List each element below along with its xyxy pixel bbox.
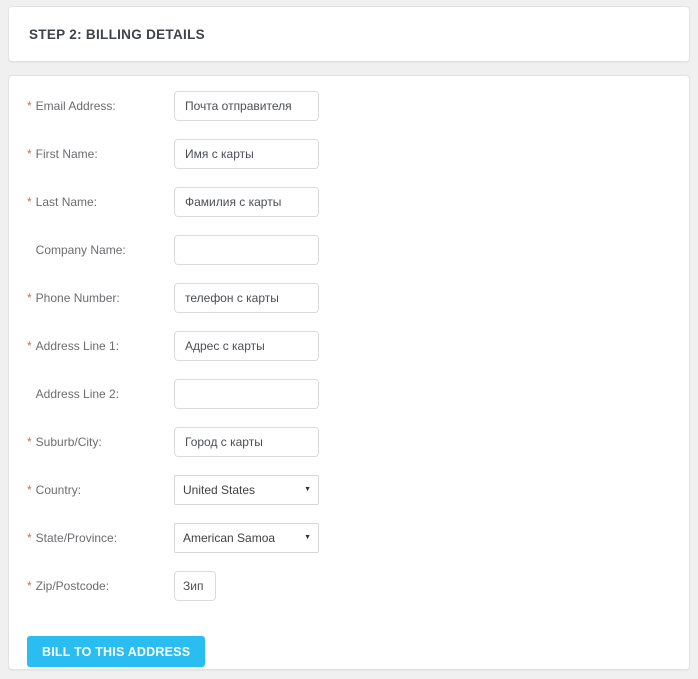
form-row-phone-number: * Phone Number: bbox=[27, 283, 671, 313]
billing-step-header: STEP 2: BILLING DETAILS bbox=[8, 6, 690, 62]
state-province-label: State/Province: bbox=[36, 531, 117, 545]
email-label: Email Address: bbox=[36, 99, 116, 113]
last-name-label: Last Name: bbox=[36, 195, 97, 209]
form-row-address-line-2: *Address Line 2: bbox=[27, 379, 671, 409]
bill-to-this-address-button[interactable]: BILL TO THIS ADDRESS bbox=[27, 636, 205, 667]
required-asterisk: * bbox=[27, 579, 32, 593]
required-asterisk: * bbox=[27, 99, 32, 113]
field-label: *Company Name: bbox=[27, 243, 174, 257]
required-asterisk: * bbox=[27, 291, 32, 305]
field-label: * Zip/Postcode: bbox=[27, 579, 174, 593]
field-label: * Phone Number: bbox=[27, 291, 174, 305]
state-province-select-wrap: American Samoa▼ bbox=[174, 523, 319, 553]
zip-postcode-label: Zip/Postcode: bbox=[36, 579, 109, 593]
phone-number-label: Phone Number: bbox=[36, 291, 120, 305]
required-asterisk: * bbox=[27, 195, 32, 209]
last-name-input[interactable] bbox=[174, 187, 319, 217]
country-select[interactable]: United States bbox=[174, 475, 319, 505]
address-line-1-input[interactable] bbox=[174, 331, 319, 361]
form-row-last-name: * Last Name: bbox=[27, 187, 671, 217]
form-row-address-line-1: * Address Line 1: bbox=[27, 331, 671, 361]
country-select-wrap: United States▼ bbox=[174, 475, 319, 505]
field-label: * First Name: bbox=[27, 147, 174, 161]
suburb-city-input[interactable] bbox=[174, 427, 319, 457]
required-asterisk: * bbox=[27, 147, 32, 161]
field-label: * Suburb/City: bbox=[27, 435, 174, 449]
address-line-2-input[interactable] bbox=[174, 379, 319, 409]
required-asterisk: * bbox=[27, 531, 32, 545]
field-label: * Address Line 1: bbox=[27, 339, 174, 353]
required-asterisk: * bbox=[27, 435, 32, 449]
address-line-1-label: Address Line 1: bbox=[36, 339, 119, 353]
form-row-state-province: * State/Province: American Samoa▼ bbox=[27, 523, 671, 553]
phone-number-input[interactable] bbox=[174, 283, 319, 313]
email-input[interactable] bbox=[174, 91, 319, 121]
first-name-label: First Name: bbox=[36, 147, 98, 161]
company-name-input[interactable] bbox=[174, 235, 319, 265]
field-label: * Last Name: bbox=[27, 195, 174, 209]
field-label: *Address Line 2: bbox=[27, 387, 174, 401]
suburb-city-label: Suburb/City: bbox=[36, 435, 102, 449]
form-row-company-name: *Company Name: bbox=[27, 235, 671, 265]
form-row-email: * Email Address: bbox=[27, 91, 671, 121]
form-row-first-name: * First Name: bbox=[27, 139, 671, 169]
state-province-select[interactable]: American Samoa bbox=[174, 523, 319, 553]
first-name-input[interactable] bbox=[174, 139, 319, 169]
zip-postcode-input[interactable] bbox=[174, 571, 216, 601]
country-label: Country: bbox=[36, 483, 81, 497]
required-asterisk: * bbox=[27, 483, 32, 497]
page-title: STEP 2: BILLING DETAILS bbox=[29, 27, 205, 42]
field-label: * State/Province: bbox=[27, 531, 174, 545]
required-asterisk: * bbox=[27, 339, 32, 353]
field-label: * Email Address: bbox=[27, 99, 174, 113]
field-label: * Country: bbox=[27, 483, 174, 497]
form-row-zip-postcode: * Zip/Postcode: bbox=[27, 571, 671, 601]
address-line-2-label: Address Line 2: bbox=[36, 387, 119, 401]
form-fields: * Email Address: * First Name: * Last Name:… bbox=[27, 91, 671, 601]
company-name-label: Company Name: bbox=[36, 243, 126, 257]
billing-details-form: * Email Address: * First Name: * Last Name:… bbox=[8, 75, 690, 670]
form-row-country: * Country: United States▼ bbox=[27, 475, 671, 505]
form-row-suburb-city: * Suburb/City: bbox=[27, 427, 671, 457]
